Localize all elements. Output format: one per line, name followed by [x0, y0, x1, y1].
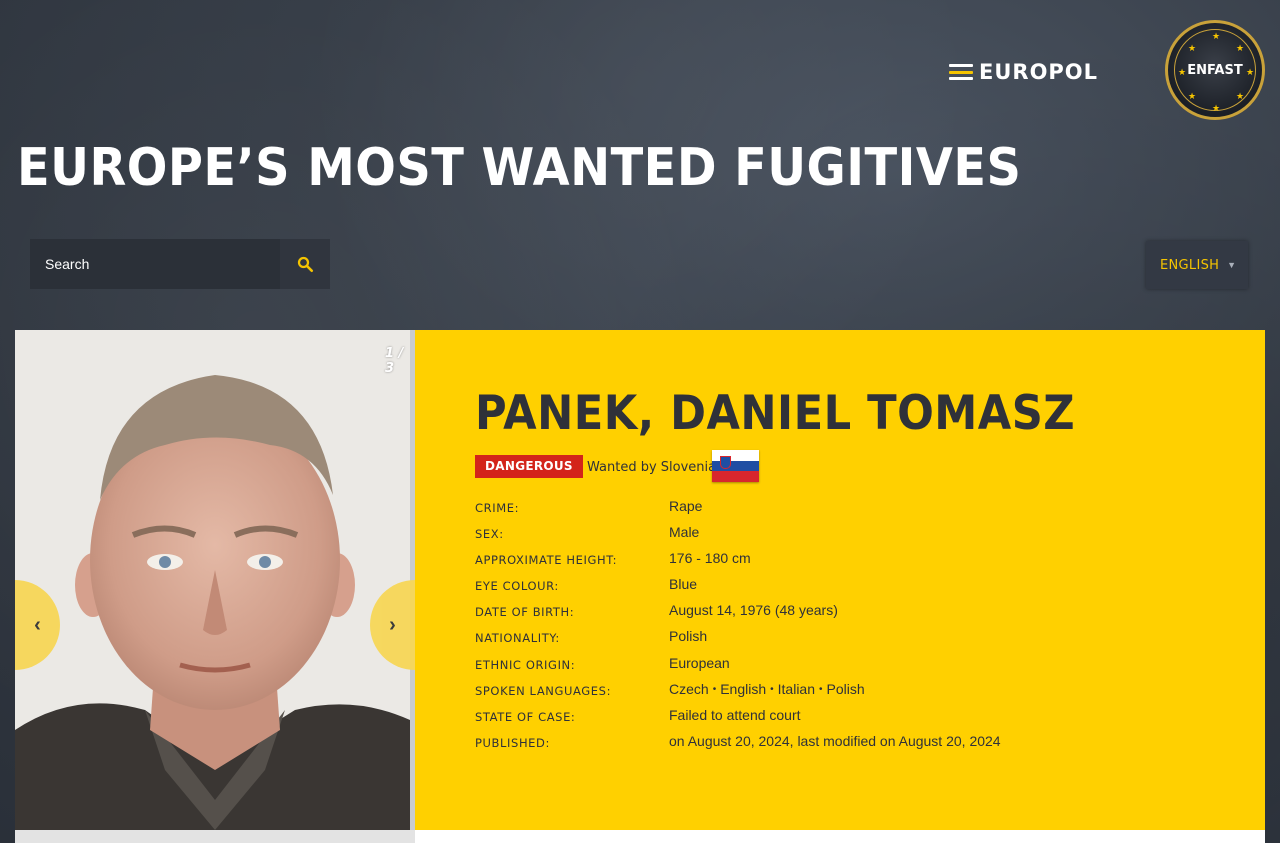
wanted-by-text: Wanted by Slovenia	[587, 460, 717, 475]
fugitive-details: CRIME: Rape SEX: Male APPROXIMATE HEIGHT…	[475, 498, 1175, 759]
spoken-languages-list: Czech • English • Italian • Polish	[669, 681, 865, 697]
language-selected-value: ENGLISH	[1160, 257, 1220, 273]
language-item: English	[720, 680, 767, 697]
bullet-separator: •	[712, 684, 717, 696]
search-icon	[297, 256, 314, 273]
detail-label: PUBLISHED:	[475, 735, 550, 750]
europol-logo[interactable]: EUROPOL	[949, 60, 1099, 84]
detail-label: APPROXIMATE HEIGHT:	[475, 553, 618, 568]
star-icon: ★	[1188, 91, 1197, 101]
star-icon: ★	[1246, 67, 1255, 77]
detail-value: 176 - 180 cm	[669, 550, 751, 567]
photo-gallery: 1 / 3 ‹ ›	[15, 330, 415, 830]
photo-panel-footer	[15, 830, 415, 843]
detail-row: ETHNIC ORIGIN: European	[475, 655, 1175, 681]
star-icon: ★	[1212, 103, 1221, 113]
detail-value: Blue	[669, 576, 698, 593]
detail-label: CRIME:	[475, 501, 520, 515]
detail-row: SPOKEN LANGUAGES: Czech • English • Italian •…	[475, 681, 1175, 707]
star-icon: ★	[1236, 91, 1245, 101]
detail-label: EYE COLOUR:	[475, 579, 559, 594]
detail-label: DATE OF BIRTH:	[475, 605, 575, 620]
language-item: Czech	[669, 680, 709, 697]
chevron-right-icon: ›	[389, 613, 396, 636]
detail-value: Rape	[669, 498, 703, 514]
info-panel-footer	[415, 830, 1265, 843]
slovenia-flag-icon	[712, 450, 759, 482]
detail-value: on August 20, 2024, last modified on Aug…	[669, 732, 1001, 749]
fugitive-name: PANEK, DANIEL TOMASZ	[475, 386, 1076, 441]
chevron-left-icon: ‹	[34, 613, 41, 636]
language-select[interactable]: ENGLISH ▼	[1146, 241, 1248, 289]
detail-row: DATE OF BIRTH: August 14, 1976 (48 years…	[475, 602, 1175, 628]
enfast-logo-text: ENFAST	[1187, 62, 1243, 78]
detail-row: NATIONALITY: Polish	[475, 628, 1175, 654]
star-icon: ★	[1212, 31, 1221, 41]
detail-label: ETHNIC ORIGIN:	[475, 657, 576, 672]
star-icon: ★	[1188, 43, 1197, 53]
search-input[interactable]	[30, 239, 280, 289]
chevron-down-icon: ▼	[1227, 260, 1236, 270]
fugitive-info-panel: PANEK, DANIEL TOMASZ DANGEROUS Wanted by…	[415, 330, 1265, 830]
photo-counter: 1 / 3	[385, 346, 404, 376]
detail-value: Failed to attend court	[669, 706, 801, 723]
star-icon: ★	[1178, 67, 1187, 77]
detail-row: STATE OF CASE: Failed to attend court	[475, 707, 1175, 733]
detail-value: Male	[669, 524, 700, 541]
fugitive-photo	[15, 330, 410, 830]
bullet-separator: •	[819, 684, 823, 696]
bullet-separator: •	[770, 684, 774, 696]
europol-mark-icon	[949, 64, 973, 80]
language-item: Polish	[826, 680, 865, 697]
detail-label: SPOKEN LANGUAGES:	[475, 683, 612, 698]
enfast-logo[interactable]: ★ ★ ★ ★ ★ ★ ★ ★ ENFAST	[1165, 20, 1265, 120]
detail-row: SEX: Male	[475, 524, 1175, 550]
language-item: Italian	[777, 680, 815, 697]
page-title: EUROPE’S MOST WANTED FUGITIVES	[17, 138, 1022, 198]
detail-label: NATIONALITY:	[475, 631, 560, 646]
detail-row: EYE COLOUR: Blue	[475, 576, 1175, 602]
detail-label: STATE OF CASE:	[475, 709, 576, 724]
detail-row: APPROXIMATE HEIGHT: 176 - 180 cm	[475, 550, 1175, 576]
search-button[interactable]	[280, 239, 330, 289]
detail-label: SEX:	[475, 527, 504, 542]
detail-row: PUBLISHED: on August 20, 2024, last modi…	[475, 733, 1175, 759]
detail-value: European	[669, 654, 730, 671]
star-icon: ★	[1236, 43, 1245, 53]
detail-row: CRIME: Rape	[475, 498, 1175, 524]
detail-value: August 14, 1976 (48 years)	[669, 602, 838, 619]
europol-logo-text: EUROPOL	[979, 60, 1099, 84]
search-box	[30, 239, 330, 289]
detail-value: Polish	[669, 628, 708, 645]
dangerous-badge: DANGEROUS	[475, 455, 583, 478]
